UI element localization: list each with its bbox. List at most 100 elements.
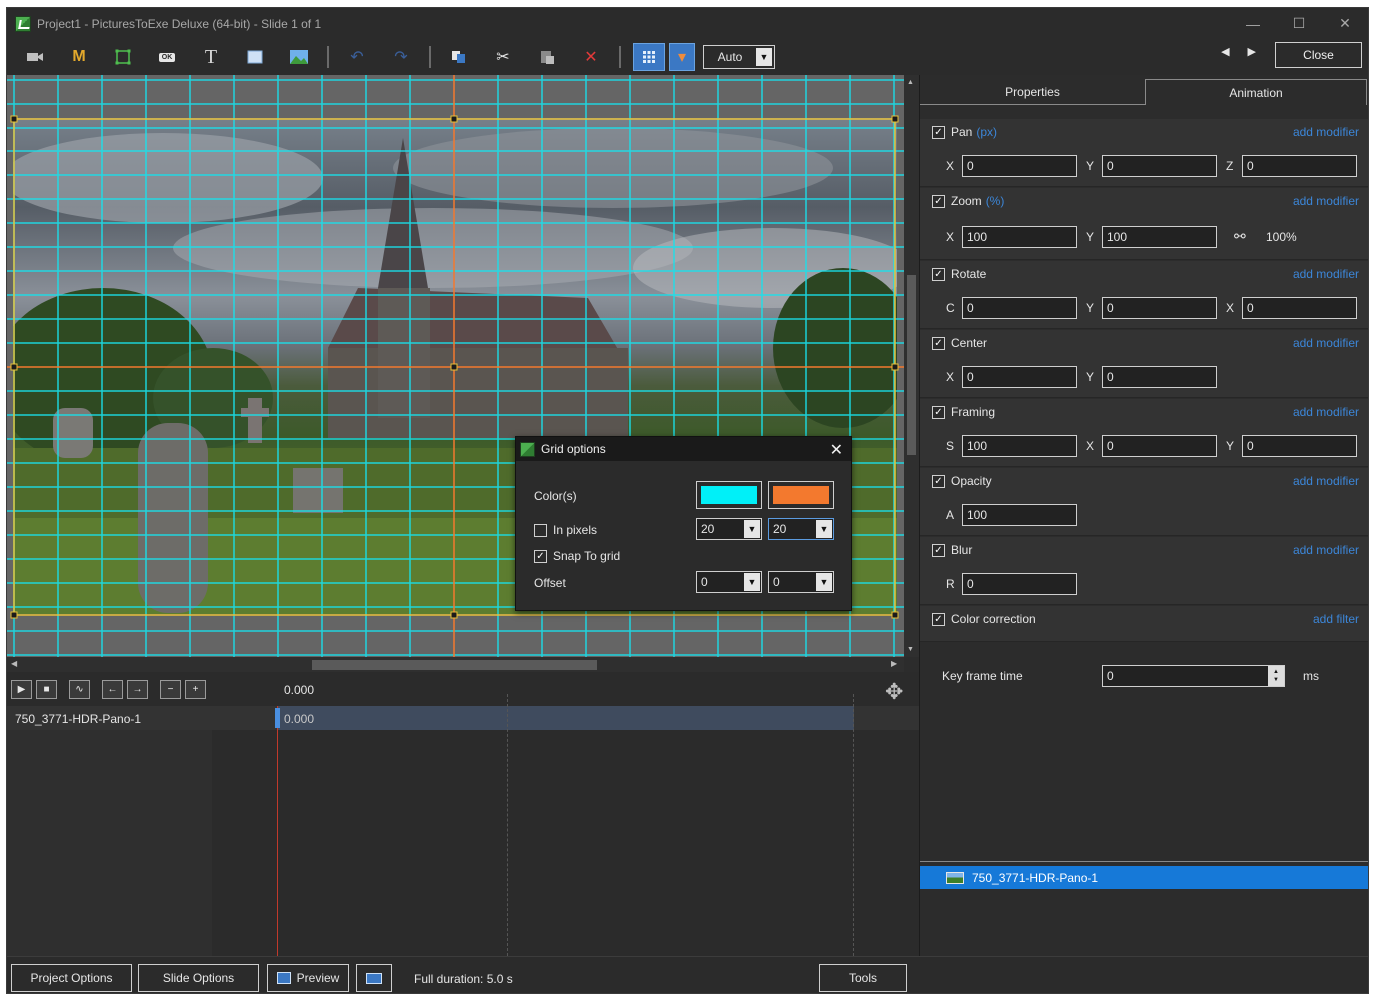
- pan-checkbox[interactable]: ✓: [932, 125, 945, 139]
- chevron-down-icon[interactable]: ▼: [744, 520, 760, 538]
- rotate-add-modifier-link[interactable]: add modifier: [1293, 267, 1359, 281]
- canvas-vertical-scrollbar[interactable]: ▲ ▼: [904, 75, 919, 657]
- scroll-thumb[interactable]: [312, 660, 597, 670]
- dialog-close-icon[interactable]: ✕: [830, 440, 843, 460]
- timeline-ruler[interactable]: [212, 672, 919, 706]
- offset-y-select[interactable]: 0 ▼: [768, 571, 834, 593]
- chevron-down-icon[interactable]: ▼: [816, 520, 832, 538]
- preview-button[interactable]: Preview: [267, 964, 349, 992]
- frame-icon[interactable]: [107, 43, 139, 71]
- color-correction-checkbox[interactable]: ✓: [932, 612, 945, 626]
- tab-animation[interactable]: Animation: [1145, 79, 1367, 105]
- zoom-y-input[interactable]: 100: [1102, 226, 1217, 248]
- track-clip[interactable]: [277, 706, 854, 730]
- tab-properties[interactable]: Properties: [920, 79, 1145, 105]
- zoom-checkbox[interactable]: ✓: [932, 194, 945, 208]
- object-list-item[interactable]: 750_3771-HDR-Pano-1: [920, 866, 1368, 889]
- rotate-c-input[interactable]: 0: [962, 297, 1077, 319]
- center-checkbox[interactable]: ✓: [932, 336, 945, 350]
- scroll-left-icon[interactable]: ◀: [11, 659, 17, 668]
- link-icon[interactable]: ⚯: [1234, 228, 1246, 245]
- image-icon[interactable]: [283, 43, 315, 71]
- redo-icon[interactable]: ↷: [385, 43, 417, 71]
- grid-toggle-icon[interactable]: [633, 43, 665, 71]
- undo-icon[interactable]: ↶: [341, 43, 373, 71]
- zoom-select[interactable]: Auto ▼: [703, 45, 775, 69]
- framing-y-input[interactable]: 0: [1242, 435, 1357, 457]
- delete-icon[interactable]: ✕: [575, 43, 607, 71]
- rotate-y-input[interactable]: 0: [1102, 297, 1217, 319]
- slide-options-button[interactable]: Slide Options: [138, 964, 259, 992]
- track-name[interactable]: 750_3771-HDR-Pano-1: [15, 712, 141, 726]
- framing-add-modifier-link[interactable]: add modifier: [1293, 405, 1359, 419]
- remove-keyframe-icon[interactable]: −: [160, 680, 181, 699]
- pan-z-input[interactable]: 0: [1242, 155, 1357, 177]
- keyframe-marker[interactable]: [275, 708, 280, 728]
- framing-x-input[interactable]: 0: [1102, 435, 1217, 457]
- zoom-x-input[interactable]: 100: [962, 226, 1077, 248]
- play-icon[interactable]: ▶: [11, 680, 32, 699]
- screen-preview-button[interactable]: [356, 964, 392, 992]
- blur-checkbox[interactable]: ✓: [932, 543, 945, 557]
- snap-row[interactable]: ✓ Snap To grid: [534, 549, 620, 563]
- canvas-horizontal-scrollbar[interactable]: ◀ ▶: [7, 657, 904, 672]
- blur-r-input[interactable]: 0: [962, 573, 1077, 595]
- rotate-checkbox[interactable]: ✓: [932, 267, 945, 281]
- waveform-icon[interactable]: ∿: [69, 680, 90, 699]
- snap-checkbox[interactable]: ✓: [534, 549, 547, 563]
- blur-add-modifier-link[interactable]: add modifier: [1293, 543, 1359, 557]
- grid-x-select[interactable]: 20 ▼: [696, 518, 762, 540]
- framing-s-input[interactable]: 100: [962, 435, 1077, 457]
- pan-add-modifier-link[interactable]: add modifier: [1293, 125, 1359, 139]
- spinner-icon[interactable]: ▲ ▼: [1268, 666, 1284, 686]
- in-pixels-checkbox[interactable]: [534, 523, 547, 537]
- playhead[interactable]: [277, 706, 278, 956]
- camera-icon[interactable]: [19, 43, 51, 71]
- zoom-add-modifier-link[interactable]: add modifier: [1293, 194, 1359, 208]
- scroll-thumb[interactable]: [907, 275, 916, 455]
- minimize-button[interactable]: —: [1230, 8, 1276, 39]
- grid-color-1-swatch[interactable]: [696, 481, 762, 509]
- scroll-right-icon[interactable]: ▶: [891, 659, 897, 668]
- scroll-up-icon[interactable]: ▲: [907, 79, 914, 86]
- tools-button[interactable]: Tools: [819, 964, 907, 992]
- chevron-down-icon[interactable]: ▼: [816, 573, 832, 591]
- text-button[interactable]: T: [195, 43, 227, 71]
- next-keyframe-icon[interactable]: →: [127, 680, 148, 699]
- chevron-down-icon[interactable]: ▼: [744, 573, 760, 591]
- button-object-icon[interactable]: OK: [151, 43, 183, 71]
- center-x-input[interactable]: 0: [962, 366, 1077, 388]
- add-filter-link[interactable]: add filter: [1313, 612, 1359, 626]
- move-icon[interactable]: ✥: [885, 679, 903, 705]
- key-frame-time-input[interactable]: 0 ▲ ▼: [1102, 665, 1285, 687]
- opacity-checkbox[interactable]: ✓: [932, 474, 945, 488]
- center-y-input[interactable]: 0: [1102, 366, 1217, 388]
- in-pixels-row[interactable]: In pixels: [534, 523, 597, 537]
- copy-icon[interactable]: [443, 43, 475, 71]
- project-options-button[interactable]: Project Options: [11, 964, 132, 992]
- close-button[interactable]: Close: [1275, 42, 1362, 68]
- rotate-x-input[interactable]: 0: [1242, 297, 1357, 319]
- pan-x-input[interactable]: 0: [962, 155, 1077, 177]
- grid-color-2-swatch[interactable]: [768, 481, 834, 509]
- timeline[interactable]: ▶ ■ ∿ ← → − + 0.000 750_3771-HDR-Pano-1 …: [7, 672, 919, 956]
- paste-icon[interactable]: [531, 43, 563, 71]
- mask-button[interactable]: M: [63, 43, 95, 71]
- prev-slide-icon[interactable]: ◀: [1221, 45, 1229, 58]
- grid-options-dropdown-icon[interactable]: ▾: [669, 43, 695, 71]
- center-add-modifier-link[interactable]: add modifier: [1293, 336, 1359, 350]
- opacity-a-input[interactable]: 100: [962, 504, 1077, 526]
- offset-x-select[interactable]: 0 ▼: [696, 571, 762, 593]
- prev-keyframe-icon[interactable]: ←: [102, 680, 123, 699]
- opacity-add-modifier-link[interactable]: add modifier: [1293, 474, 1359, 488]
- framing-checkbox[interactable]: ✓: [932, 405, 945, 419]
- next-slide-icon[interactable]: ▶: [1248, 45, 1256, 58]
- rectangle-icon[interactable]: [239, 43, 271, 71]
- stop-icon[interactable]: ■: [36, 680, 57, 699]
- pan-y-input[interactable]: 0: [1102, 155, 1217, 177]
- cut-icon[interactable]: ✂: [487, 43, 519, 71]
- maximize-button[interactable]: ☐: [1276, 8, 1322, 39]
- add-keyframe-icon[interactable]: +: [185, 680, 206, 699]
- close-window-button[interactable]: ✕: [1322, 8, 1368, 39]
- scroll-down-icon[interactable]: ▼: [907, 646, 914, 653]
